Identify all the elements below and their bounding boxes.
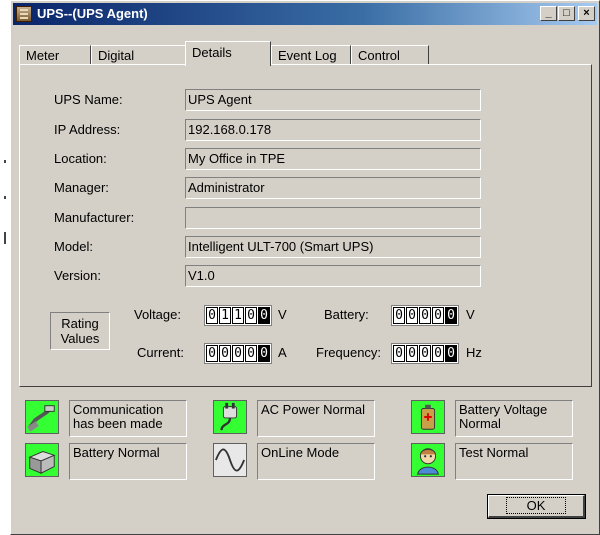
battery-label: Battery:	[324, 307, 369, 322]
maximize-button[interactable]: □	[558, 6, 575, 21]
communication-line2: has been made	[73, 416, 163, 431]
model-label: Model:	[54, 239, 94, 254]
minimize-button[interactable]: _	[540, 6, 557, 21]
battery-digit: 0	[419, 307, 431, 324]
rating-values-box: Rating Values	[50, 312, 110, 350]
sine-wave-icon	[213, 443, 247, 477]
voltage-unit: V	[278, 307, 287, 322]
frequency-digit: 0	[432, 345, 444, 362]
close-button[interactable]: ×	[578, 6, 595, 21]
location-field[interactable]: My Office in TPE	[185, 148, 481, 170]
battery-digit: 0	[393, 307, 405, 324]
online-line1: OnLine Mode	[261, 445, 340, 460]
ac-power-line1: AC Power Normal	[261, 402, 366, 417]
communication-line1: Communication	[73, 402, 164, 417]
details-panel: UPS Name: UPS Agent IP Address: 192.168.…	[19, 64, 592, 387]
frequency-digit: 0	[445, 345, 457, 362]
current-unit: A	[278, 345, 287, 360]
current-digit: 0	[206, 345, 218, 362]
current-digit: 0	[258, 345, 270, 362]
voltage-counter: 0 1 1 0 0	[204, 305, 272, 326]
manager-field[interactable]: Administrator	[185, 177, 481, 199]
edge-mark	[4, 160, 6, 163]
ok-button[interactable]: OK	[487, 494, 586, 519]
ups-box-icon	[25, 443, 59, 477]
battery-status: Battery Normal	[69, 443, 187, 480]
frequency-digit: 0	[419, 345, 431, 362]
ok-label: OK	[505, 497, 567, 514]
frequency-unit: Hz	[466, 345, 482, 360]
voltage-digit: 0	[258, 307, 270, 324]
title-bar[interactable]: UPS--(UPS Agent) _ □ ×	[13, 3, 597, 25]
current-digit: 0	[219, 345, 231, 362]
window-title: UPS--(UPS Agent)	[37, 6, 148, 21]
network-cable-icon	[25, 400, 59, 434]
online-status: OnLine Mode	[257, 443, 375, 480]
ups-agent-window: UPS--(UPS Agent) _ □ × Meter Digital Det…	[10, 0, 600, 535]
battery-voltage-line2: Normal	[459, 416, 501, 431]
ups-name-label: UPS Name:	[54, 92, 123, 107]
battery-voltage-status: Battery Voltage Normal	[455, 400, 573, 437]
desktop-edge	[0, 0, 10, 535]
tab-meter[interactable]: Meter	[19, 45, 91, 65]
battery-unit: V	[466, 307, 475, 322]
current-digit: 0	[245, 345, 257, 362]
voltage-digit: 0	[206, 307, 218, 324]
version-label: Version:	[54, 268, 101, 283]
battery-digit: 0	[432, 307, 444, 324]
battery-status-line1: Battery Normal	[73, 445, 160, 460]
app-icon[interactable]	[16, 6, 32, 22]
current-counter: 0 0 0 0 0	[204, 343, 272, 364]
voltage-digit: 1	[219, 307, 231, 324]
test-status: Test Normal	[455, 443, 573, 480]
power-plug-icon	[213, 400, 247, 434]
version-field[interactable]: V1.0	[185, 265, 481, 287]
voltage-label: Voltage:	[134, 307, 181, 322]
rating-title-line1: Rating	[61, 316, 99, 331]
edge-mark	[4, 196, 6, 199]
manufacturer-label: Manufacturer:	[54, 210, 135, 225]
voltage-digit: 0	[245, 307, 257, 324]
battery-counter: 0 0 0 0 0	[391, 305, 459, 326]
battery-icon	[411, 400, 445, 434]
current-digit: 0	[232, 345, 244, 362]
ups-name-field[interactable]: UPS Agent	[185, 89, 481, 111]
tab-digital[interactable]: Digital	[91, 45, 187, 65]
manufacturer-field[interactable]	[185, 207, 481, 229]
ip-address-field[interactable]: 192.168.0.178	[185, 119, 481, 141]
battery-voltage-line1: Battery Voltage	[459, 402, 548, 417]
frequency-digit: 0	[406, 345, 418, 362]
test-person-icon	[411, 443, 445, 477]
communication-status: Communication has been made	[69, 400, 187, 437]
ac-power-status: AC Power Normal	[257, 400, 375, 437]
battery-digit: 0	[445, 307, 457, 324]
frequency-label: Frequency:	[316, 345, 382, 360]
frequency-digit: 0	[393, 345, 405, 362]
rating-title-line2: Values	[60, 331, 100, 346]
frequency-counter: 0 0 0 0 0	[391, 343, 459, 364]
voltage-digit: 1	[232, 307, 244, 324]
manager-label: Manager:	[54, 180, 109, 195]
current-label: Current:	[137, 345, 184, 360]
test-line1: Test Normal	[459, 445, 529, 460]
model-field[interactable]: Intelligent ULT-700 (Smart UPS)	[185, 236, 481, 258]
location-label: Location:	[54, 151, 107, 166]
edge-mark	[4, 232, 6, 244]
ip-address-label: IP Address:	[54, 122, 121, 137]
tab-event-log[interactable]: Event Log	[271, 45, 351, 65]
battery-digit: 0	[406, 307, 418, 324]
tab-control[interactable]: Control	[351, 45, 429, 65]
tab-details[interactable]: Details	[185, 41, 271, 66]
